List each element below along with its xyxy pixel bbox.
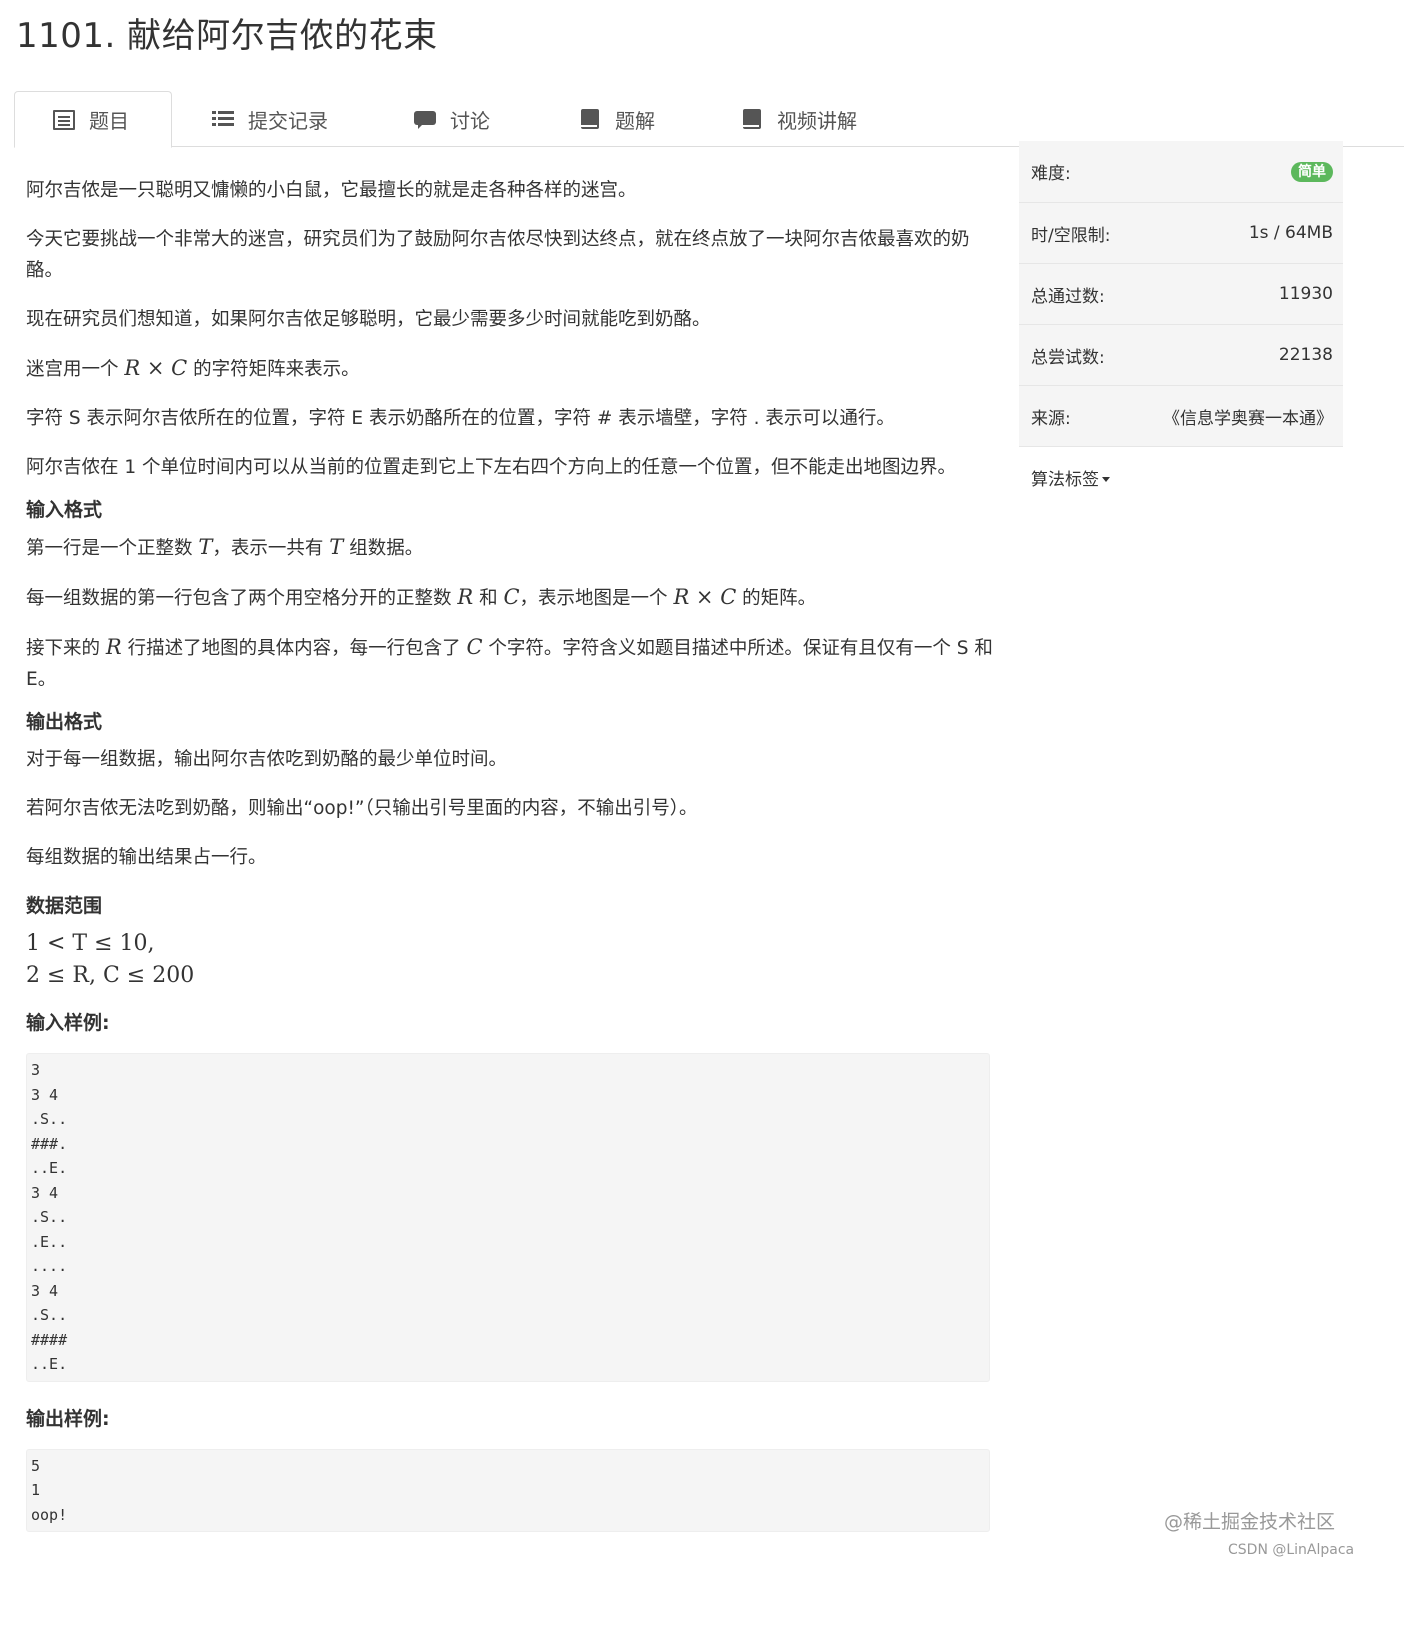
watermark-csdn: CSDN @LinAlpaca <box>1228 1542 1355 1558</box>
description-paragraph: 阿尔吉侬是一只聪明又慵懒的小白鼠，它最擅长的就是走各种各样的迷宫。 <box>26 180 637 201</box>
tags-toggle[interactable]: 算法标签 <box>1031 465 1110 490</box>
tab-bar: 题目 提交记录 讨论 题解 视频讲解 <box>14 91 1404 148</box>
problem-content: 阿尔吉侬是一只聪明又慵懒的小白鼠，它最擅长的就是走各种各样的迷宫。 今天它要挑战… <box>26 175 996 1554</box>
range-line: 2 ≤ R, C ≤ 200 <box>26 963 195 988</box>
output-format-line: 若阿尔吉侬无法吃到奶酪，则输出“oop!”（只输出引号里面的内容，不输出引号）。 <box>26 798 698 819</box>
tab-label: 讨论 <box>450 108 490 133</box>
math-expression: T <box>329 535 344 559</box>
description-paragraph: 阿尔吉侬在 1 个单位时间内可以从当前的位置走到它上下左右四个方向上的任意一个位… <box>26 457 957 478</box>
description-paragraph: 现在研究员们想知道，如果阿尔吉侬足够聪明，它最少需要多少时间就能吃到奶酪。 <box>26 309 711 330</box>
text: ，表示一共有 <box>212 538 330 559</box>
output-format-line: 每组数据的输出结果占一行。 <box>26 847 267 868</box>
page-title: 1101. 献给阿尔吉侬的花束 <box>16 16 438 56</box>
math-expression: C <box>466 635 483 659</box>
input-format-heading: 输入格式 <box>26 499 103 521</box>
limit-value: 1s / 64MB <box>1248 223 1333 243</box>
tried-value: 22138 <box>1278 345 1333 365</box>
text: 每一组数据的第一行包含了两个用空格分开的正整数 <box>26 588 458 609</box>
tab-discussion[interactable]: 讨论 <box>414 91 490 147</box>
data-range-heading: 数据范围 <box>26 895 103 917</box>
text: 的矩阵。 <box>736 588 817 609</box>
list-icon <box>212 109 234 129</box>
book-icon <box>579 109 601 129</box>
tab-label: 题解 <box>615 108 655 133</box>
text: 组数据。 <box>343 538 424 559</box>
output-format-heading: 输出格式 <box>26 711 103 733</box>
source-label: 来源: <box>1031 408 1071 429</box>
math-expression: R <box>105 635 122 659</box>
text: 和 <box>473 588 504 609</box>
difficulty-row: 难度: 简单 <box>1019 141 1343 202</box>
description-paragraph: 字符 S 表示阿尔吉侬所在的位置，字符 E 表示奶酪所在的位置，字符 # 表示墙… <box>26 408 895 429</box>
limit-row: 时/空限制: 1s / 64MB <box>1019 202 1343 263</box>
tab-video[interactable]: 视频讲解 <box>741 91 857 147</box>
output-format-line: 对于每一组数据，输出阿尔吉侬吃到奶酪的最少单位时间。 <box>26 749 508 770</box>
sample-output-block[interactable]: 5 1 oop! <box>26 1448 990 1532</box>
document-icon <box>53 109 75 130</box>
tab-solutions[interactable]: 题解 <box>579 91 655 147</box>
book-icon <box>741 109 763 129</box>
math-expression: T <box>198 535 213 559</box>
problem-info-panel: 难度: 简单 时/空限制: 1s / 64MB 总通过数: 11930 总尝试数… <box>1019 141 1343 507</box>
text: 行描述了地图的具体内容，每一行包含了 <box>121 638 467 659</box>
math-expression: R × C <box>673 585 737 609</box>
sample-input-block[interactable]: 3 3 4 .S.. ###. ..E. 3 4 .S.. .E.. .... … <box>26 1053 990 1382</box>
data-range-math: 1 < T ≤ 10, 2 ≤ R, C ≤ 200 <box>26 928 996 992</box>
passed-label: 总通过数: <box>1031 286 1105 307</box>
range-line: 1 < T ≤ 10, <box>26 931 155 956</box>
tab-problem[interactable]: 题目 <box>14 91 172 148</box>
sample-output-heading: 输出样例: <box>26 1407 110 1430</box>
passed-row: 总通过数: 11930 <box>1019 263 1343 324</box>
passed-value: 11930 <box>1278 284 1333 304</box>
text: ，表示地图是一个 <box>519 588 674 609</box>
description-paragraph: 今天它要挑战一个非常大的迷宫，研究员们为了鼓励阿尔吉侬尽快到达终点，就在终点放了… <box>26 229 970 281</box>
chat-icon <box>414 109 436 129</box>
difficulty-badge: 简单 <box>1291 161 1333 182</box>
input-format-line: 第一行是一个正整数 T，表示一共有 T 组数据。 <box>26 532 996 564</box>
caret-down-icon <box>1102 477 1110 482</box>
tried-label: 总尝试数: <box>1031 347 1105 368</box>
limit-label: 时/空限制: <box>1031 225 1111 246</box>
tags-label: 算法标签 <box>1031 469 1099 490</box>
input-format-line: 接下来的 R 行描述了地图的具体内容，每一行包含了 C 个字符。字符含义如题目描… <box>26 632 996 695</box>
difficulty-label: 难度: <box>1031 164 1071 184</box>
sample-input-heading: 输入样例: <box>26 1012 110 1034</box>
text: 第一行是一个正整数 <box>26 538 199 559</box>
text: 接下来的 <box>26 638 106 659</box>
input-format-line: 每一组数据的第一行包含了两个用空格分开的正整数 R 和 C，表示地图是一个 R … <box>26 582 996 614</box>
tried-row: 总尝试数: 22138 <box>1019 324 1343 385</box>
math-expression: C <box>503 585 520 609</box>
tags-row: 算法标签 <box>1019 446 1343 507</box>
text: 迷宫用一个 <box>26 359 125 380</box>
text: 的字符矩阵来表示。 <box>187 359 360 380</box>
watermark-juejin: @稀土掘金技术社区 <box>1164 1511 1336 1533</box>
description-paragraph: 迷宫用一个 R × C 的字符矩阵来表示。 <box>26 353 996 385</box>
tab-submissions[interactable]: 提交记录 <box>212 91 328 147</box>
source-row: 来源: 《信息学奥赛一本通》 <box>1019 385 1343 446</box>
tab-label: 视频讲解 <box>777 108 857 133</box>
math-expression: R <box>457 585 474 609</box>
tab-label: 题目 <box>89 109 129 133</box>
math-expression: R × C <box>124 356 188 380</box>
tab-label: 提交记录 <box>248 108 328 133</box>
source-value[interactable]: 《信息学奥赛一本通》 <box>1163 404 1333 429</box>
